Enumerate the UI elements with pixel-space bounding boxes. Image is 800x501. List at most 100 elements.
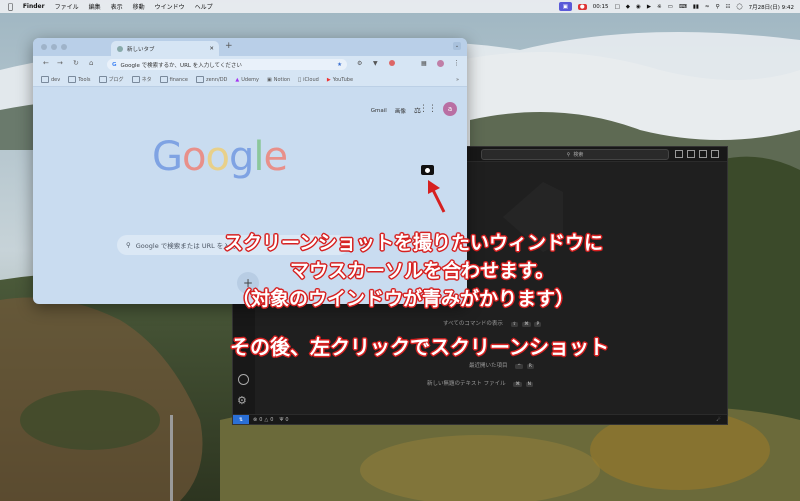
extension-icon[interactable] <box>389 60 395 66</box>
annotation-line-3: （対象のウインドウが青みがかります） <box>232 288 575 310</box>
menu-view[interactable]: 表示 <box>111 2 123 11</box>
apps-grid-icon[interactable]: ⋮⋮ <box>419 104 437 114</box>
error-icon: ⊗ <box>253 416 258 423</box>
screenshot-tool-icon[interactable]: ▣ <box>558 2 572 11</box>
wifi-icon[interactable]: ≈ <box>705 4 710 10</box>
bookmark-udemy[interactable]: ▲ Udemy <box>235 77 259 83</box>
bookmark-youtube[interactable]: ▶ YouTube <box>327 77 353 83</box>
more-menu-icon[interactable]: ⋮ <box>453 59 460 67</box>
puzzle-icon[interactable]: ▦ <box>421 60 427 67</box>
bookmark-icloud[interactable]: iCloud <box>298 77 319 83</box>
chrome-toolbar: ← → ↻ ⌂ G Google で検索するか、URL を入力してください ★ … <box>33 56 467 73</box>
tab-title: 新しいタブ <box>127 46 155 53</box>
ports-count: 0 <box>285 416 289 423</box>
bookmark-star-icon[interactable]: ★ <box>337 62 342 68</box>
key-cmd: ⌘ <box>522 322 531 327</box>
translate-icon[interactable]: ⚙ <box>357 60 362 67</box>
command-label: 最近開いた項目 <box>469 363 508 369</box>
bookmark-folder-blog[interactable]: ブログ <box>98 76 124 83</box>
omnibox-placeholder: Google で検索するか、URL を入力してください <box>120 62 242 69</box>
bookmark-folder-finance[interactable]: finance <box>159 76 188 83</box>
logo-letter-o: o <box>182 134 207 180</box>
siri-icon[interactable]: ◯ <box>736 4 742 10</box>
udemy-icon: ▲ <box>235 76 240 83</box>
back-icon[interactable]: ← <box>43 59 49 67</box>
gmail-link[interactable]: Gmail <box>371 108 387 114</box>
error-count: 0 <box>259 416 263 423</box>
bookmark-folder-dev[interactable]: dev <box>41 76 60 83</box>
menu-edit[interactable]: 編集 <box>89 2 101 11</box>
close-tab-icon[interactable]: ✕ <box>209 46 214 52</box>
zoom-window-button[interactable] <box>61 44 67 50</box>
play-icon[interactable]: ▶ <box>647 4 651 10</box>
address-bar[interactable]: G Google で検索するか、URL を入力してください ★ <box>107 59 347 70</box>
close-window-button[interactable] <box>41 44 47 50</box>
problems-indicator[interactable]: ⊗ 0 △ 0 <box>253 417 273 423</box>
bookmark-notion[interactable]: ▣ Notion <box>267 77 290 83</box>
chrome-tab-icon <box>117 45 123 52</box>
record-icon[interactable]: ◉ <box>636 4 641 10</box>
apple-menu-icon[interactable]:  <box>8 2 13 11</box>
bookmark-label: ネタ <box>141 77 152 83</box>
logo-letter-g: g <box>228 134 254 180</box>
shield-icon[interactable]: ◆ <box>626 4 630 10</box>
battery-icon[interactable]: ▮▮ <box>693 4 699 10</box>
new-tab-icon[interactable]: + <box>225 41 233 51</box>
bookmark-folder-zenn[interactable]: zenn/DD <box>195 76 227 83</box>
search-icon: ⚲ <box>126 241 131 249</box>
search-placeholder: Google で検索または URL を入力 <box>135 242 237 250</box>
menu-bar:  Finder ファイル 編集 表示 移動 ウインドウ ヘルプ ▣ ● 00:… <box>0 0 800 13</box>
keyboard-icon[interactable]: ⌨ <box>679 4 687 10</box>
minimize-window-button[interactable] <box>51 44 57 50</box>
clipboard-icon[interactable]: □ <box>615 4 620 10</box>
menu-app-finder[interactable]: Finder <box>23 3 45 10</box>
toggle-secondary-sidebar-icon[interactable] <box>699 150 707 158</box>
menu-help[interactable]: ヘルプ <box>195 2 213 11</box>
tab-search-icon[interactable]: ⌄ <box>453 42 461 50</box>
account-icon[interactable] <box>238 374 249 385</box>
toggle-sidebar-icon[interactable] <box>675 150 683 158</box>
profile-avatar-small[interactable] <box>437 60 444 67</box>
logo-letter-e: e <box>263 134 288 180</box>
clock-text[interactable]: 7月28日(日) 9:42 <box>749 3 794 11</box>
control-center-icon[interactable]: ☷ <box>726 4 731 10</box>
warning-icon: △ <box>264 416 269 423</box>
home-icon[interactable]: ⌂ <box>89 59 93 67</box>
remote-indicator-icon[interactable]: ⇅ <box>233 415 249 424</box>
filter-icon[interactable]: ▼ <box>373 60 378 67</box>
bookmark-label: ブログ <box>108 77 124 83</box>
bookmark-label: Tools <box>78 76 91 83</box>
annotation-arrow <box>428 180 446 213</box>
logo-letter-g: G <box>152 134 183 180</box>
vscode-search-label: 検索 <box>573 152 584 158</box>
menu-window[interactable]: ウインドウ <box>155 2 185 11</box>
settings-gear-icon[interactable]: ⚙ <box>237 394 247 407</box>
toggle-panel-icon[interactable] <box>687 150 695 158</box>
tab-new-tab[interactable]: 新しいタブ ✕ <box>111 41 219 56</box>
timer-text[interactable]: 00:15 <box>593 4 609 10</box>
annotation-line-4: その後、左クリックでスクリーンショット <box>230 335 609 359</box>
command-recent[interactable]: 最近開いた項目 ^ R <box>469 361 534 369</box>
search-icon[interactable]: ⚲ <box>715 4 719 10</box>
bookmarks-overflow-icon[interactable]: » <box>456 77 459 83</box>
reload-icon[interactable]: ↻ <box>73 59 79 67</box>
account-avatar[interactable]: a <box>443 102 457 116</box>
command-label: すべてのコマンドの表示 <box>443 321 503 327</box>
logo-letter-l: l <box>253 134 264 180</box>
bluetooth-icon[interactable]: ※ <box>657 4 662 10</box>
command-new-file[interactable]: 新しい無題のテキスト ファイル ⌘ N <box>427 379 533 387</box>
customize-layout-icon[interactable] <box>711 150 719 158</box>
images-link[interactable]: 画像 <box>395 107 406 115</box>
ports-indicator[interactable]: Ψ 0 <box>279 417 288 423</box>
menu-go[interactable]: 移動 <box>133 2 145 11</box>
bookmark-folder-neta[interactable]: ネタ <box>131 76 152 83</box>
notifications-icon[interactable]: ☄ <box>717 417 721 423</box>
recording-icon[interactable]: ● <box>577 3 587 10</box>
screen-icon[interactable]: ▭ <box>668 4 673 10</box>
forward-icon[interactable]: → <box>57 59 63 67</box>
youtube-icon: ▶ <box>323 76 331 83</box>
bookmark-folder-tools[interactable]: Tools <box>68 76 91 83</box>
vscode-command-center[interactable]: ⚲ 検索 <box>481 149 669 160</box>
command-show-all[interactable]: すべてのコマンドの表示 ⇧ ⌘ P <box>443 319 542 327</box>
menu-file[interactable]: ファイル <box>55 2 79 11</box>
